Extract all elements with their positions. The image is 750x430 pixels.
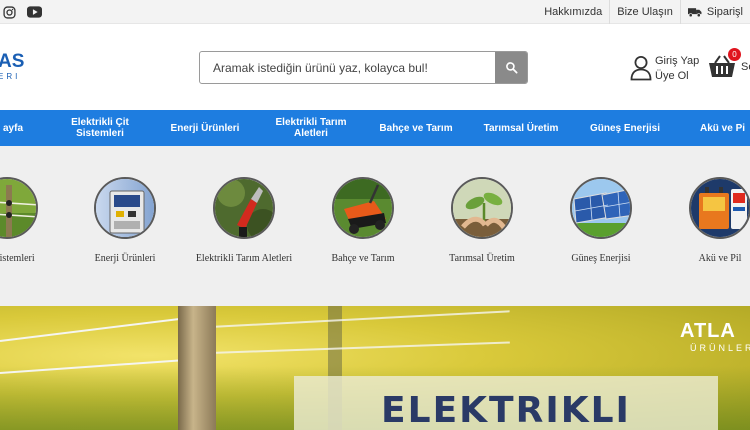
instagram-icon[interactable]	[0, 3, 18, 21]
site-logo[interactable]: AS ERI	[0, 52, 38, 86]
top-links: Hakkımızda Bize Ulaşın Siparişl	[537, 0, 750, 24]
nav-item-electric-tools[interactable]: Elektrikli Tarım Aletleri	[268, 110, 354, 146]
about-link-label: Hakkımızda	[544, 6, 603, 18]
hero-banner[interactable]: ATLA ÜRÜNLER ELEKTRIKLI	[0, 306, 750, 430]
user-icon	[630, 56, 652, 81]
about-link[interactable]: Hakkımızda	[537, 0, 609, 24]
banner-title-box: ELEKTRIKLI	[294, 376, 718, 430]
category-card[interactable]: Akü ve Pil	[645, 177, 750, 277]
nav-item-solar-energy[interactable]: Güneş Enerjisi	[584, 110, 666, 146]
search-bar	[199, 51, 528, 84]
nav-item-home[interactable]: ayfa	[0, 110, 34, 146]
banner-title: ELEKTRIKLI	[381, 390, 631, 430]
login-link[interactable]: Giriş Yap	[655, 54, 699, 69]
category-strip: Çit Sistemleri Enerji Ürünleri Elektrikl…	[0, 146, 750, 306]
register-link[interactable]: Üye Ol	[655, 69, 699, 84]
cart-label: Se	[741, 61, 750, 73]
seedling-icon	[451, 177, 513, 239]
account-link[interactable]: Giriş Yap Üye Ol	[630, 54, 704, 84]
orders-link[interactable]: Siparişl	[679, 0, 750, 24]
nav-item-energy-products[interactable]: Enerji Ürünleri	[164, 110, 246, 146]
pruner-icon	[213, 177, 275, 239]
cart-count-badge: 0	[728, 48, 741, 61]
header: AS ERI Giriş Yap Üye Ol 0 Se	[0, 24, 750, 110]
search-button[interactable]	[495, 52, 527, 83]
solar-panel-icon	[570, 177, 632, 239]
fence-icon	[0, 177, 38, 239]
nav-item-fence-systems[interactable]: Elektrikli Çit Sistemleri	[60, 110, 140, 146]
nav-item-agri-production[interactable]: Tarımsal Üretim	[474, 110, 568, 146]
orders-link-label: Siparişl	[706, 6, 743, 18]
nav-item-garden[interactable]: Bahçe ve Tarım	[372, 110, 460, 146]
main-nav: ayfa Elektrikli Çit Sistemleri Enerji Ür…	[0, 110, 750, 146]
contact-link[interactable]: Bize Ulaşın	[609, 0, 680, 24]
energizer-icon	[94, 177, 156, 239]
truck-icon	[687, 7, 702, 17]
search-icon	[505, 62, 518, 74]
youtube-icon[interactable]	[25, 3, 43, 21]
logo-text: AS	[0, 51, 25, 72]
nav-item-fence-systems-label: Elektrikli Çit Sistemleri	[71, 117, 129, 139]
banner-brand: ATLA ÜRÜNLER	[680, 320, 750, 354]
contact-link-label: Bize Ulaşın	[617, 6, 673, 18]
page: Hakkımızda Bize Ulaşın Siparişl AS ERI G…	[0, 0, 750, 430]
top-bar: Hakkımızda Bize Ulaşın Siparişl	[0, 0, 750, 24]
nav-item-batteries[interactable]: Akü ve Pi	[700, 110, 750, 146]
banner-post	[178, 306, 216, 430]
nav-item-electric-tools-label: Elektrikli Tarım Aletleri	[275, 117, 347, 139]
banner-brand-sub: ÜRÜNLER	[690, 343, 750, 353]
cart-button[interactable]: 0 Se	[708, 48, 750, 86]
category-label: Akü ve Pil	[698, 253, 742, 264]
lawnmower-icon	[332, 177, 394, 239]
battery-icon	[689, 177, 750, 239]
banner-brand-name: ATLA	[680, 320, 736, 342]
search-input[interactable]	[200, 52, 496, 83]
logo-subtext: ERI	[0, 72, 21, 81]
